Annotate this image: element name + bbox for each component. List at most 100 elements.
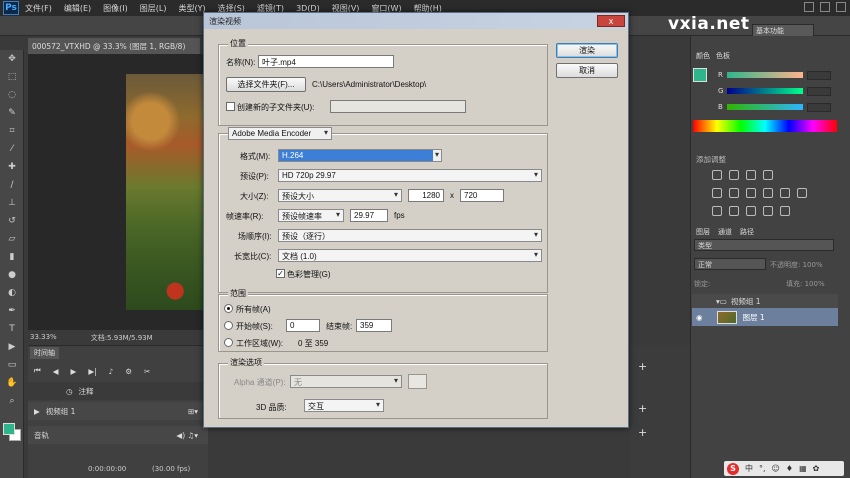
prev-frame-icon[interactable]: ◀ — [53, 367, 59, 376]
audio-note-icon[interactable]: ◀) ♫▾ — [176, 431, 198, 440]
ime-logo-icon[interactable]: S — [727, 462, 739, 475]
invert-icon[interactable] — [712, 206, 722, 216]
add-track-icon[interactable]: + — [638, 360, 647, 373]
cancel-button[interactable]: 取消 — [556, 63, 618, 78]
gradient-tool-icon[interactable]: ▮ — [0, 248, 24, 266]
start-frame-input[interactable]: 0 — [286, 319, 320, 332]
settings-icon[interactable]: ⚙ — [125, 367, 132, 376]
channel-mixer-icon[interactable] — [797, 188, 807, 198]
hue-saturation-icon[interactable] — [729, 188, 739, 198]
color-panel-swatch[interactable] — [693, 68, 707, 82]
channels-tab[interactable]: 通道 — [718, 227, 732, 237]
stamp-tool-icon[interactable]: ⊥ — [0, 194, 24, 212]
swatches-tab[interactable]: 色板 — [716, 51, 730, 61]
render-button[interactable]: 渲染 — [556, 43, 618, 58]
format-select[interactable]: H.264 — [278, 149, 442, 162]
blue-track[interactable] — [726, 104, 803, 110]
first-frame-icon[interactable]: ⏮ — [34, 366, 41, 376]
framerate-preset-select[interactable]: 预设帧速率 — [278, 209, 344, 222]
opacity-value[interactable]: 100% — [803, 261, 823, 269]
size-preset-select[interactable]: 预设大小 — [278, 189, 402, 202]
black-white-icon[interactable] — [763, 188, 773, 198]
name-input[interactable]: 叶子.mp4 — [258, 55, 394, 68]
crop-tool-icon[interactable]: ⌗ — [0, 122, 24, 140]
zoom-tool-icon[interactable]: ⌕ — [0, 392, 24, 410]
path-select-tool-icon[interactable]: ▶ — [0, 338, 24, 356]
history-brush-icon[interactable]: ↺ — [0, 212, 24, 230]
type-tool-icon[interactable]: T — [0, 320, 24, 338]
posterize-icon[interactable] — [729, 206, 739, 216]
healing-tool-icon[interactable]: ✚ — [0, 158, 24, 176]
color-management-checkbox[interactable]: ✓ — [276, 269, 285, 278]
menu-file[interactable]: 文件(F) — [25, 3, 52, 14]
curves-icon[interactable] — [746, 170, 756, 180]
timeline-video-group[interactable]: ▶ 视频组 1 ⊞▾ — [28, 402, 208, 420]
next-frame-icon[interactable]: ▶| — [88, 367, 96, 376]
levels-icon[interactable] — [729, 170, 739, 180]
maximize-icon[interactable] — [820, 2, 830, 12]
play-icon[interactable]: ▶ — [71, 367, 77, 376]
add-audio-icon[interactable]: + — [638, 426, 647, 439]
blue-slider[interactable]: B — [718, 102, 838, 112]
encoder-select[interactable]: Adobe Media Encoder — [228, 127, 332, 140]
lasso-tool-icon[interactable]: ◌ — [0, 86, 24, 104]
all-frames-radio[interactable] — [224, 304, 233, 313]
color-tab[interactable]: 颜色 — [696, 51, 710, 61]
subfolder-input[interactable] — [330, 100, 466, 113]
red-value[interactable] — [806, 70, 831, 80]
preset-select[interactable]: HD 720p 29.97 — [278, 169, 542, 182]
eye-icon[interactable]: ◉ — [696, 313, 703, 322]
quick-select-tool-icon[interactable]: ✎ — [0, 104, 24, 122]
create-subfolder-checkbox[interactable] — [226, 102, 235, 111]
fill-value[interactable]: 100% — [805, 280, 825, 288]
dialog-close-button[interactable]: x — [597, 15, 625, 27]
framerate-input[interactable]: 29.97 — [350, 209, 388, 222]
height-input[interactable]: 720 — [460, 189, 504, 202]
threshold-icon[interactable] — [746, 206, 756, 216]
eraser-tool-icon[interactable]: ▱ — [0, 230, 24, 248]
select-folder-button[interactable]: 选择文件夹(F)... — [226, 77, 306, 92]
split-icon[interactable]: ✂ — [144, 367, 150, 376]
exposure-icon[interactable] — [763, 170, 773, 180]
red-slider[interactable]: R — [718, 70, 838, 80]
layer-row[interactable]: ◉ 图层 1 — [692, 308, 838, 326]
menu-edit[interactable]: 编辑(E) — [64, 3, 91, 14]
width-input[interactable]: 1280 — [408, 189, 444, 202]
aspect-ratio-select[interactable]: 文档 (1.0) — [278, 249, 542, 262]
ime-keyboard-icon[interactable]: ▦ — [799, 464, 807, 473]
ime-language[interactable]: 中 — [745, 463, 753, 474]
add-group-icon[interactable]: + — [638, 402, 647, 415]
blur-tool-icon[interactable]: ● — [0, 266, 24, 284]
field-order-select[interactable]: 预设（逐行） — [278, 229, 542, 242]
eyedropper-tool-icon[interactable]: ⁄ — [0, 140, 24, 158]
red-track[interactable] — [726, 72, 803, 78]
work-area-radio[interactable] — [224, 338, 233, 347]
minimize-icon[interactable] — [804, 2, 814, 12]
add-media-icon[interactable]: ⊞▾ — [188, 407, 198, 416]
dodge-tool-icon[interactable]: ◐ — [0, 284, 24, 302]
blend-mode-select[interactable]: 正常 — [694, 258, 766, 270]
green-value[interactable] — [807, 86, 832, 96]
document-tab[interactable]: 000572_VTXHD @ 33.3% (图层 1, RGB/8) — [28, 38, 200, 54]
close-icon[interactable] — [836, 2, 846, 12]
timeline-note-track[interactable]: ◷ 注释 — [28, 382, 208, 400]
marquee-tool-icon[interactable]: ⬚ — [0, 68, 24, 86]
color-balance-icon[interactable] — [746, 188, 756, 198]
audio-icon[interactable]: ♪ — [109, 367, 114, 376]
timeline-audio-track[interactable]: 音轨 ◀) ♫▾ — [28, 426, 208, 444]
hand-tool-icon[interactable]: ✋ — [0, 374, 24, 392]
expand-arrow-icon[interactable]: ▶ — [34, 407, 40, 416]
timeline-tab[interactable]: 时间轴 — [30, 347, 59, 359]
green-track[interactable] — [727, 88, 804, 94]
layer-filter-select[interactable]: 类型 — [694, 239, 834, 251]
photo-filter-icon[interactable] — [780, 188, 790, 198]
shape-tool-icon[interactable]: ▭ — [0, 356, 24, 374]
start-frame-radio[interactable] — [224, 321, 233, 330]
alpha-channel-select[interactable]: 无 — [290, 375, 402, 388]
ime-emoji-icon[interactable]: ☺ — [772, 464, 780, 473]
alpha-color-box[interactable] — [408, 374, 427, 389]
brightness-icon[interactable] — [712, 170, 722, 180]
vibrance-icon[interactable] — [712, 188, 722, 198]
paths-tab[interactable]: 路径 — [740, 227, 754, 237]
brush-tool-icon[interactable]: ∕ — [0, 176, 24, 194]
